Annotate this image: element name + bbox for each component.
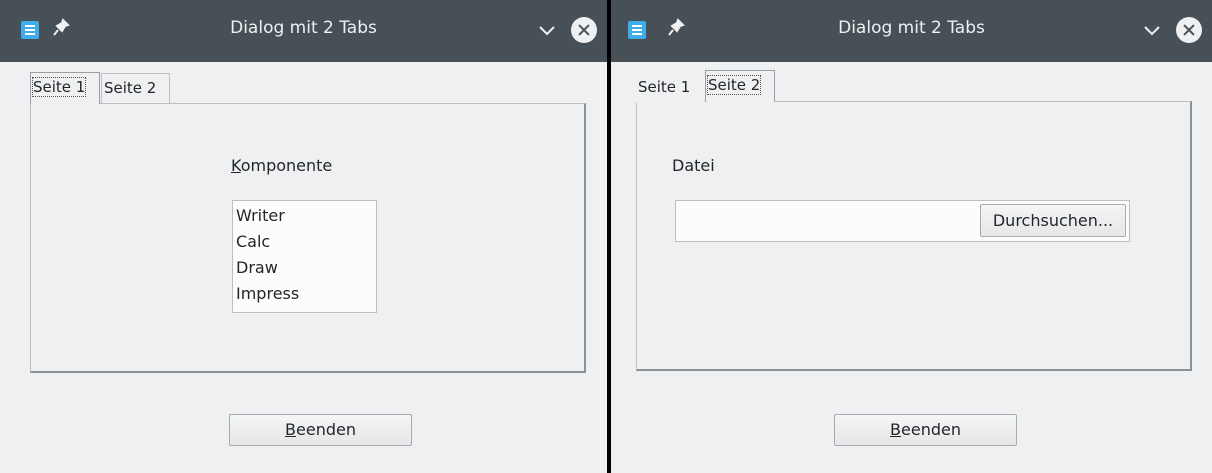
mnemonic-letter: B — [890, 420, 901, 439]
quit-button[interactable]: Beenden — [229, 414, 412, 446]
list-item[interactable]: Impress — [236, 281, 373, 307]
tab-label: Seite 1 — [31, 77, 87, 97]
mnemonic-letter: K — [231, 156, 241, 175]
tab-page-2[interactable]: Seite 2 — [101, 73, 170, 103]
tab-page-2[interactable]: Seite 2 — [705, 70, 775, 102]
tab-page-1[interactable]: Seite 1 — [636, 73, 705, 103]
close-icon[interactable] — [571, 17, 597, 43]
button-label: eenden — [296, 420, 356, 439]
dialog-window-right: Dialog mit 2 Tabs Seite 1 Seite 2 Datei … — [611, 0, 1212, 473]
button-label: eenden — [901, 420, 961, 439]
tab-page-1[interactable]: Seite 1 — [30, 72, 100, 104]
tab-label: Seite 2 — [104, 79, 157, 97]
component-listbox[interactable]: Writer Calc Draw Impress — [232, 200, 377, 313]
title-bar[interactable]: Dialog mit 2 Tabs — [611, 0, 1212, 62]
window-title: Dialog mit 2 Tabs — [838, 18, 985, 38]
mnemonic-letter: B — [285, 420, 296, 439]
browse-button[interactable]: Durchsuchen... — [980, 204, 1126, 237]
dialog-window-left: Dialog mit 2 Tabs Seite 1 Seite 2 Kompon… — [0, 0, 607, 473]
label-text: omponente — [240, 156, 333, 175]
list-item[interactable]: Calc — [236, 229, 373, 255]
close-icon[interactable] — [1176, 17, 1202, 43]
window-title: Dialog mit 2 Tabs — [230, 18, 377, 38]
chevron-down-icon[interactable] — [536, 19, 558, 41]
list-item[interactable]: Writer — [236, 203, 373, 229]
tab-label: Seite 1 — [638, 78, 691, 96]
file-label: Datei — [672, 156, 715, 175]
tab-label: Seite 2 — [706, 75, 762, 95]
component-label: Komponente — [231, 156, 332, 175]
title-bar[interactable]: Dialog mit 2 Tabs — [0, 0, 607, 62]
list-item[interactable]: Draw — [236, 255, 373, 281]
quit-button[interactable]: Beenden — [834, 414, 1017, 446]
chevron-down-icon[interactable] — [1141, 19, 1163, 41]
